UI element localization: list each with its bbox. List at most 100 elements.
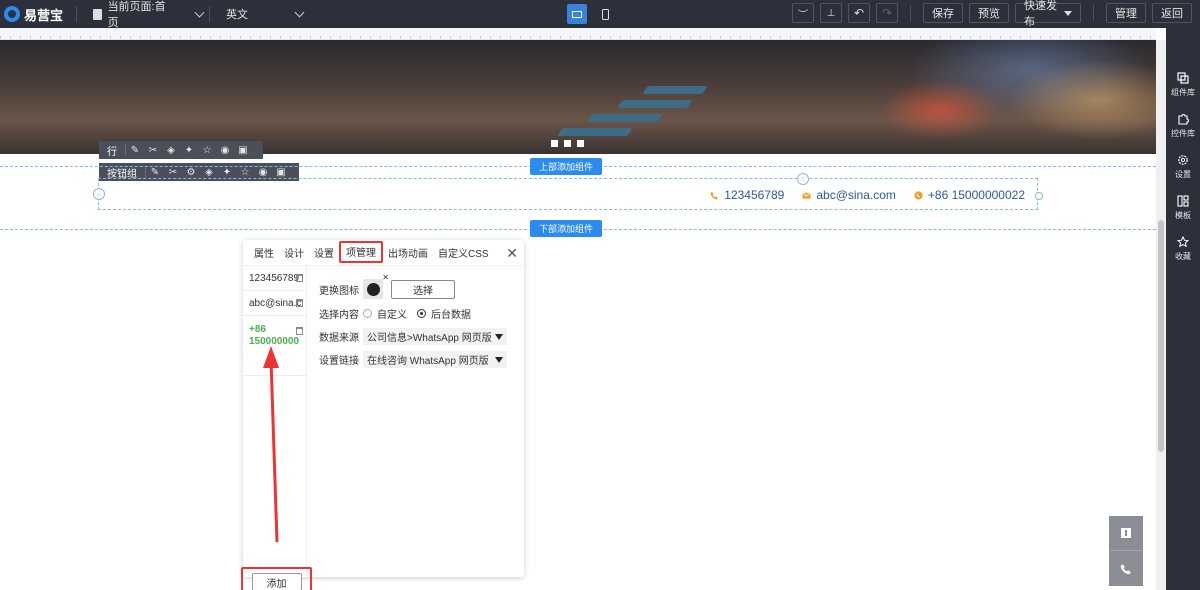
tab-properties[interactable]: 属性 [249, 240, 279, 266]
canvas-scrollbar[interactable] [1156, 40, 1166, 590]
save-button[interactable]: 保存 [923, 3, 963, 23]
monitor-icon [572, 10, 582, 18]
source-row: 数据来源 公司信息>WhatsApp 网页版 [319, 325, 519, 348]
chevron-down-icon [194, 7, 205, 17]
sidebar-item-components[interactable]: 组件库 [1166, 64, 1200, 105]
tab-design[interactable]: 设计 [279, 240, 309, 266]
close-icon[interactable]: ✕ [506, 245, 518, 262]
edit-icon[interactable]: ✎ [126, 145, 144, 156]
chevron-down-icon [294, 7, 305, 17]
magic-icon[interactable]: ✦ [218, 167, 236, 178]
radio-label: 自定义 [377, 310, 407, 321]
bench-shape [642, 86, 708, 94]
slider-dot[interactable] [564, 140, 571, 147]
horizontal-ruler [0, 28, 1156, 40]
contact-button-group[interactable]: ↔ ↕ 123456789 abc@sina.com +86 150000000… [93, 173, 1043, 210]
style-icon[interactable]: ✂ [164, 167, 182, 178]
banner-image[interactable] [0, 40, 1156, 154]
sidebar-item-label: 收藏 [1175, 251, 1191, 261]
resize-top-handle[interactable]: ↕ [797, 173, 809, 185]
preview-button[interactable]: 预览 [969, 3, 1009, 23]
sidebar-item-template[interactable]: 模板 [1166, 187, 1200, 228]
magic-icon[interactable]: ✦ [180, 145, 198, 156]
resize-right-handle[interactable] [1035, 192, 1043, 200]
align-bottom-button[interactable]: ⊥ [820, 3, 842, 23]
current-page-label: 当前页面:首页 [107, 1, 166, 29]
phone-float-button[interactable] [1109, 550, 1143, 586]
trash-icon[interactable]: ▣ [272, 167, 290, 178]
add-component-top-button[interactable]: 上部添加组件 [530, 158, 602, 175]
sidebar-item-controls[interactable]: 控件库 [1166, 105, 1200, 146]
desktop-view-button[interactable] [567, 4, 587, 24]
top-actions: ︶ ⊥ ↶ ↷ 保存 预览 快速发布 管理 返回 [792, 0, 1192, 28]
qr-code-button[interactable] [1109, 516, 1143, 550]
bench-shape [617, 100, 693, 108]
gear-icon[interactable]: ⚙ [182, 167, 200, 178]
list-item[interactable]: 123456789 [243, 266, 306, 291]
trash-icon[interactable] [296, 299, 303, 307]
tab-custom-css[interactable]: 自定义CSS [433, 240, 494, 266]
radio-checked-icon [417, 309, 426, 318]
tab-item-management[interactable]: 项管理 [339, 240, 383, 263]
radio-custom[interactable]: 自定义 [363, 306, 407, 321]
mobile-view-button[interactable] [595, 4, 615, 24]
star-icon[interactable]: ☆ [198, 145, 216, 156]
layers-icon[interactable]: ◈ [200, 167, 218, 178]
resize-left-handle[interactable]: ↔ [93, 188, 105, 200]
back-button[interactable]: 返回 [1152, 3, 1192, 23]
whatsapp-icon [366, 282, 380, 296]
logo[interactable]: 易营宝 [0, 5, 70, 24]
tab-animation[interactable]: 出场动画 [383, 240, 433, 266]
trash-icon[interactable] [296, 327, 303, 335]
add-item-button[interactable]: 添加 [251, 573, 302, 590]
editor-canvas[interactable]: 行 ✎ ✂ ◈ ✦ ☆ ◉ ▣ 按钮组 ✎ ✂ ⚙ ◈ ✦ ☆ ◉ ▣ 上部添加… [0, 28, 1166, 590]
add-component-bottom-button[interactable]: 下部添加组件 [530, 220, 602, 237]
sidebar-item-label: 组件库 [1171, 87, 1195, 97]
template-icon [1177, 194, 1189, 207]
list-item-selected[interactable]: +86 150000000 [243, 316, 306, 376]
sidebar-item-favorites[interactable]: 收藏 [1166, 228, 1200, 269]
remove-icon[interactable]: ✕ [382, 273, 389, 282]
style-icon[interactable]: ✂ [144, 145, 162, 156]
layers-icon[interactable]: ◈ [162, 145, 180, 156]
divider [209, 6, 210, 22]
redo-button[interactable]: ↷ [876, 3, 898, 23]
slider-dot[interactable] [551, 140, 558, 147]
radio-icon [363, 309, 372, 318]
list-item-label: abc@sina.c [249, 297, 302, 309]
item-list: 123456789 abc@sina.c +86 150000000 添加 [241, 266, 312, 590]
contact-whatsapp[interactable]: +86 15000000022 [914, 188, 1025, 202]
undo-button[interactable]: ↶ [848, 3, 870, 23]
panel-tabs: 属性 设计 设置 项管理 出场动画 自定义CSS [243, 240, 524, 266]
link-select[interactable]: 在线咨询 WhatsApp 网页版 [363, 351, 507, 368]
contacts-list: 123456789 abc@sina.com +86 15000000022 [710, 188, 1025, 202]
trash-icon[interactable] [296, 274, 303, 282]
contact-phone[interactable]: 123456789 [710, 188, 784, 202]
collapse-button[interactable]: ︶ [792, 3, 814, 23]
slider-dot[interactable] [577, 140, 584, 147]
tab-settings[interactable]: 设置 [309, 240, 339, 266]
contact-email[interactable]: abc@sina.com [802, 188, 896, 202]
current-page-select[interactable]: 当前页面:首页 [93, 0, 205, 30]
star-icon[interactable]: ☆ [236, 167, 254, 178]
language-select[interactable]: 英文 [226, 6, 305, 22]
row-toolbar: 行 ✎ ✂ ◈ ✦ ☆ ◉ ▣ [99, 141, 263, 159]
quick-publish-button[interactable]: 快速发布 [1015, 0, 1081, 28]
eye-icon[interactable]: ◉ [216, 145, 234, 156]
edit-icon[interactable]: ✎ [146, 167, 164, 178]
icon-preview[interactable]: ✕ [363, 273, 389, 299]
choose-icon-button[interactable]: 选择 [391, 279, 455, 299]
source-value: 公司信息>WhatsApp 网页版 [367, 333, 492, 344]
source-select[interactable]: 公司信息>WhatsApp 网页版 [363, 328, 507, 345]
list-item[interactable]: abc@sina.c [243, 291, 306, 316]
row-toolbar-label: 行 [99, 144, 126, 158]
manage-button[interactable]: 管理 [1106, 3, 1146, 23]
eye-icon[interactable]: ◉ [254, 167, 272, 178]
logo-mark-icon [4, 6, 20, 22]
scrollbar-thumb[interactable] [1158, 220, 1164, 452]
radio-backend-data[interactable]: 后台数据 [417, 306, 471, 321]
sidebar-item-label: 控件库 [1171, 128, 1195, 138]
content-label: 选择内容 [319, 310, 359, 321]
trash-icon[interactable]: ▣ [234, 145, 252, 156]
sidebar-item-settings[interactable]: 设置 [1166, 146, 1200, 187]
